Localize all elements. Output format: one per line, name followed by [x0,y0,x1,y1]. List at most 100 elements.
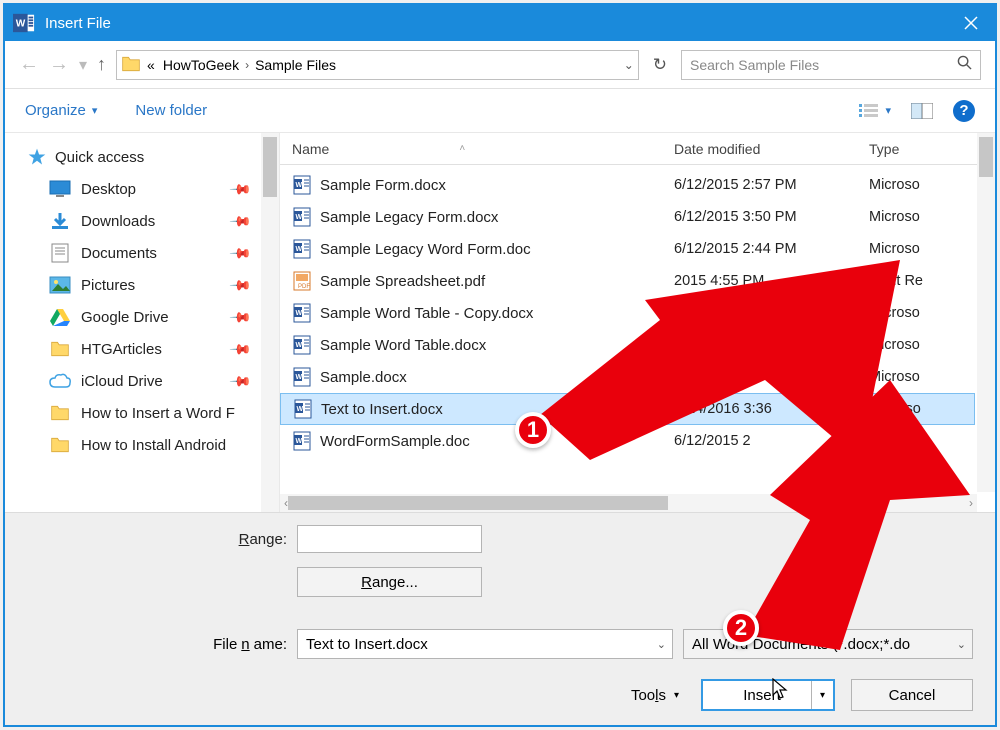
folder-icon [121,55,141,75]
organize-button[interactable]: Organize [25,102,97,119]
sidebar-item-label: Google Drive [81,309,169,326]
sidebar-item-label: Downloads [81,213,155,230]
up-button[interactable]: ↑ [97,54,106,75]
view-mode-button[interactable]: ▾ [859,103,891,119]
sidebar-item-label: Documents [81,245,157,262]
file-name: Sample Spreadsheet.pdf [320,273,485,290]
pin-icon: 📌 [228,369,252,393]
file-type-icon: W [292,239,312,259]
svg-text:W: W [297,406,304,413]
svg-text:W: W [296,182,303,189]
svg-text:W: W [296,214,303,221]
column-name[interactable]: Name ˄ [280,141,674,157]
file-name: Sample Word Table.docx [320,337,486,354]
file-name: Sample Word Table - Copy.docx [320,305,533,322]
filelist-vscrollbar[interactable] [977,133,995,492]
address-bar[interactable]: « HowToGeek › Sample Files ⌄ [116,50,639,80]
file-name: Sample Legacy Form.docx [320,209,498,226]
sidebar-item[interactable]: Desktop 📌 [5,173,279,205]
help-button[interactable]: ? [953,100,975,122]
range-input[interactable] [297,525,482,553]
tools-button[interactable]: Tools▾ [631,687,679,704]
sidebar-item-label: HTGArticles [81,341,162,358]
cursor-icon [772,678,790,706]
pin-icon: 📌 [228,337,252,361]
sidebar-item[interactable]: HTGArticles 📌 [5,333,279,365]
breadcrumb-current[interactable]: Sample Files [253,57,338,73]
file-date: 6/12/2015 3:50 PM [674,209,869,225]
file-row[interactable]: W Sample Legacy Form.docx 6/12/2015 3:50 P… [280,201,975,233]
search-placeholder: Search Sample Files [690,57,957,73]
preview-pane-button[interactable] [911,103,933,119]
file-name: Text to Insert.docx [321,401,443,418]
titlebar: W Insert File [5,5,995,41]
sidebar-item-icon [49,435,71,455]
file-date: 6/12/2015 2:57 PM [674,177,869,193]
sidebar: Quick access Desktop📌Downloads📌Documents… [5,133,280,512]
nav-drop-icon[interactable]: ▾ [79,55,87,75]
close-button[interactable] [947,5,995,41]
navigation-row: ← → ▾ ↑ « HowToGeek › Sample Files ⌄ ↻ S… [5,41,995,89]
sidebar-item-icon [49,211,71,231]
sidebar-item-label: Desktop [81,181,136,198]
sort-indicator-icon: ˄ [459,143,465,154]
file-name: Sample Form.docx [320,177,446,194]
range-button[interactable]: Range... [297,567,482,597]
breadcrumb-separator-icon: › [245,58,249,72]
search-input[interactable]: Search Sample Files [681,50,981,80]
file-type-icon: W [292,335,312,355]
filename-dropdown-icon[interactable]: ⌄ [657,638,666,651]
back-button[interactable]: ← [19,53,39,76]
file-name: Sample Legacy Word Form.doc [320,241,531,258]
sidebar-item[interactable]: How to Install Android [5,429,279,461]
pin-icon: 📌 [228,273,252,297]
pin-icon: 📌 [228,177,252,201]
file-type-icon: W [292,207,312,227]
file-type-icon: W [292,367,312,387]
file-row[interactable]: W Sample Form.docx 6/12/2015 2:57 PMMicros… [280,169,975,201]
sidebar-item[interactable]: Google Drive 📌 [5,301,279,333]
annotation-badge-1: 1 [515,412,551,448]
sidebar-item-icon [49,371,71,391]
refresh-button[interactable]: ↻ [649,55,671,75]
cancel-button[interactable]: Cancel [851,679,973,711]
file-type: Microso [869,177,975,193]
file-type: Microso [869,241,975,257]
pin-icon: 📌 [228,305,252,329]
toolbar: Organize New folder ▾ ? [5,89,995,133]
file-type-icon: W [293,399,313,419]
file-name: Sample.docx [320,369,407,386]
pin-icon: 📌 [228,241,252,265]
svg-text:W: W [16,19,26,30]
file-type-icon: W [292,175,312,195]
sidebar-item-label: How to Install Android [81,437,226,454]
annotation-badge-2: 2 [723,610,759,646]
sidebar-item[interactable]: Documents 📌 [5,237,279,269]
nav-arrows: ← → ▾ ↑ [19,53,106,76]
sidebar-item-label: How to Insert a Word F [81,405,235,422]
insert-split-dropdown[interactable]: ▾ [811,681,833,709]
svg-text:PDF: PDF [298,284,310,290]
breadcrumb-prefix: « [145,57,157,73]
forward-button[interactable]: → [49,53,69,76]
insert-button[interactable]: Insert ▾ [701,679,835,711]
quick-access-header[interactable]: Quick access [5,141,279,173]
sidebar-item[interactable]: Downloads 📌 [5,205,279,237]
address-dropdown-icon[interactable]: ⌄ [624,58,634,72]
sidebar-item[interactable]: How to Insert a Word F [5,397,279,429]
sidebar-item[interactable]: Pictures 📌 [5,269,279,301]
window-title: Insert File [45,15,947,32]
annotation-arrow-2 [740,380,970,650]
sidebar-item-icon [49,403,71,423]
search-icon [957,55,972,74]
new-folder-button[interactable]: New folder [135,102,207,119]
column-date[interactable]: Date modified [674,141,869,157]
sidebar-item-label: Pictures [81,277,135,294]
file-name: WordFormSample.doc [320,433,470,450]
svg-text:W: W [296,310,303,317]
breadcrumb-parent[interactable]: HowToGeek [161,57,241,73]
filename-input[interactable]: Text to Insert.docx ⌄ [297,629,673,659]
pin-icon: 📌 [228,209,252,233]
star-icon [27,147,47,167]
sidebar-item[interactable]: iCloud Drive📌 [5,365,279,397]
